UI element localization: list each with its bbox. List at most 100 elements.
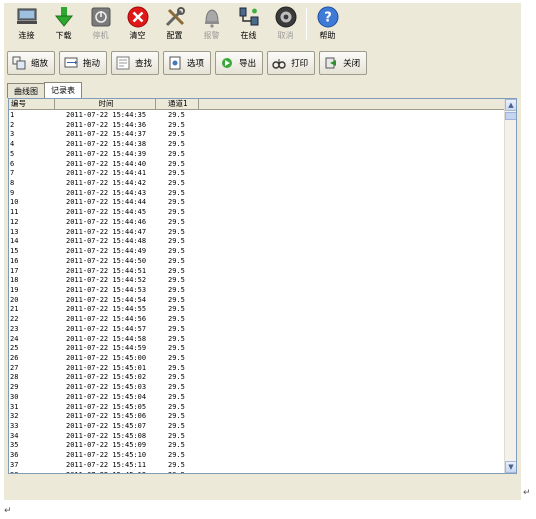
table-row[interactable]: 37 2011-07-22 15:45:11 29.5 bbox=[9, 461, 505, 471]
close-button[interactable]: 关闭 bbox=[319, 51, 368, 75]
cancel-label: 取消 bbox=[277, 31, 294, 40]
table-row[interactable]: 10 2011-07-22 15:44:44 29.5 bbox=[9, 198, 505, 208]
vertical-scrollbar[interactable]: ▲ ▼ bbox=[504, 99, 516, 473]
column-header-time[interactable]: 时间 bbox=[55, 99, 156, 110]
cell-number: 5 bbox=[10, 149, 15, 158]
table-row[interactable]: 13 2011-07-22 15:44:47 29.5 bbox=[9, 228, 505, 238]
clear-button[interactable]: 清空 bbox=[119, 3, 156, 45]
download-button[interactable]: 下载 bbox=[45, 3, 82, 45]
options-button[interactable]: 选项 bbox=[163, 51, 212, 75]
help-button[interactable]: ? 帮助 bbox=[309, 3, 346, 45]
zoom-button[interactable]: 缩放 bbox=[7, 51, 56, 75]
cell-time: 2011-07-22 15:45:06 bbox=[66, 412, 147, 421]
table-row[interactable]: 36 2011-07-22 15:45:10 29.5 bbox=[9, 451, 505, 461]
tab-record-table[interactable]: 记录表 bbox=[44, 82, 82, 98]
cell-channel-1: 29.5 bbox=[168, 237, 185, 246]
cell-number: 12 bbox=[10, 217, 19, 226]
connect-label: 连接 bbox=[18, 31, 35, 40]
table-row[interactable]: 9 2011-07-22 15:44:43 29.5 bbox=[9, 189, 505, 199]
table-row[interactable]: 24 2011-07-22 15:44:58 29.5 bbox=[9, 335, 505, 345]
table-row[interactable]: 29 2011-07-22 15:45:03 29.5 bbox=[9, 383, 505, 393]
pan-button[interactable]: 拖动 bbox=[59, 51, 108, 75]
table-row[interactable]: 11 2011-07-22 15:44:45 29.5 bbox=[9, 208, 505, 218]
table-row[interactable]: 8 2011-07-22 15:44:42 29.5 bbox=[9, 179, 505, 189]
scroll-down-icon[interactable]: ▼ bbox=[505, 461, 516, 473]
zoom-icon bbox=[12, 56, 26, 70]
cell-number: 38 bbox=[9, 471, 55, 473]
table-row[interactable]: 3 2011-07-22 15:44:37 29.5 bbox=[9, 130, 505, 140]
table-row[interactable]: 16 2011-07-22 15:44:50 29.5 bbox=[9, 257, 505, 267]
table-row[interactable]: 35 2011-07-22 15:45:09 29.5 bbox=[9, 441, 505, 451]
cell-time: 2011-07-22 15:45:10 bbox=[66, 451, 147, 460]
cell-number: 21 bbox=[10, 305, 19, 314]
table-row[interactable]: 5 2011-07-22 15:44:39 29.5 bbox=[9, 150, 505, 160]
cell-time: 2011-07-22 15:45:09 bbox=[66, 441, 147, 450]
cell-channel-1: 29.5 bbox=[168, 315, 185, 324]
alarm-label: 报警 bbox=[203, 31, 220, 40]
table-row[interactable]: 12 2011-07-22 15:44:46 29.5 bbox=[9, 218, 505, 228]
cell-channel-1: 29.5 bbox=[168, 247, 185, 256]
table-body: 1 2011-07-22 15:44:35 29.5 2 2011-07-22 15:4… bbox=[9, 111, 505, 473]
cell-channel-1: 29.5 bbox=[168, 422, 185, 430]
column-header-channel-1[interactable]: 通道1 bbox=[156, 99, 199, 110]
table-row[interactable]: 31 2011-07-22 15:45:05 29.5 bbox=[9, 403, 505, 413]
stop-button[interactable]: 停机 bbox=[82, 3, 119, 45]
zoom-label: 缩放 bbox=[31, 59, 49, 69]
cell-channel-1: 29.5 bbox=[168, 324, 185, 333]
table-row[interactable]: 6 2011-07-22 15:44:40 29.5 bbox=[9, 160, 505, 170]
table-row[interactable]: 14 2011-07-22 15:44:48 29.5 bbox=[9, 237, 505, 247]
cell-channel-1: 29.5 bbox=[168, 344, 185, 353]
cell-time: 2011-07-22 15:44:39 bbox=[66, 149, 147, 158]
cell-time: 2011-07-22 15:44:54 bbox=[66, 295, 147, 304]
cell-channel-1: 29.5 bbox=[168, 188, 185, 197]
cell-time: 2011-07-22 15:44:47 bbox=[66, 227, 147, 236]
table-row[interactable]: 1 2011-07-22 15:44:35 29.5 bbox=[9, 111, 505, 121]
connect-icon bbox=[15, 5, 39, 29]
view-tabs: 曲线图 记录表 bbox=[7, 82, 82, 98]
table-row[interactable]: 21 2011-07-22 15:44:55 29.5 bbox=[9, 305, 505, 315]
connect-button[interactable]: 连接 bbox=[8, 3, 45, 45]
cancel-button[interactable]: 取消 bbox=[267, 3, 304, 45]
table-row[interactable]: 28 2011-07-22 15:45:02 29.5 bbox=[9, 373, 505, 383]
table-row[interactable]: 7 2011-07-22 15:44:41 29.5 bbox=[9, 169, 505, 179]
table-row[interactable]: 19 2011-07-22 15:44:53 29.5 bbox=[9, 286, 505, 296]
table-row[interactable]: 32 2011-07-22 15:45:06 29.5 bbox=[9, 412, 505, 422]
table-row[interactable]: 382011-07-22 15:45:1229.5 bbox=[9, 471, 505, 473]
table-row[interactable]: 26 2011-07-22 15:45:00 29.5 bbox=[9, 354, 505, 364]
cell-channel-1: 29.5 bbox=[168, 179, 185, 188]
scroll-thumb[interactable] bbox=[505, 112, 516, 120]
main-toolbar: 连接 下载 停机 清空 配置 报警 在线 取消 ? 帮助 bbox=[4, 3, 521, 45]
print-button[interactable]: 打印 bbox=[267, 51, 316, 75]
print-label: 打印 bbox=[291, 59, 309, 69]
table-row[interactable]: 33 2011-07-22 15:45:07 29.5 bbox=[9, 422, 505, 432]
tab-chart[interactable]: 曲线图 bbox=[7, 83, 45, 98]
export-button[interactable]: 导出 bbox=[215, 51, 264, 75]
cell-channel-1: 29.5 bbox=[168, 227, 185, 236]
table-row[interactable]: 25 2011-07-22 15:44:59 29.5 bbox=[9, 344, 505, 354]
table-row[interactable]: 15 2011-07-22 15:44:49 29.5 bbox=[9, 247, 505, 257]
cell-number: 35 bbox=[10, 441, 19, 450]
table-row[interactable]: 34 2011-07-22 15:45:08 29.5 bbox=[9, 432, 505, 442]
table-row[interactable]: 17 2011-07-22 15:44:51 29.5 bbox=[9, 267, 505, 277]
table-row[interactable]: 30 2011-07-22 15:45:04 29.5 bbox=[9, 393, 505, 403]
table-row[interactable]: 22 2011-07-22 15:44:56 29.5 bbox=[9, 315, 505, 325]
table-row[interactable]: 20 2011-07-22 15:44:54 29.5 bbox=[9, 296, 505, 306]
find-label: 查找 bbox=[135, 59, 153, 69]
find-button[interactable]: 查找 bbox=[111, 51, 160, 75]
record-table: 编号 时间 通道1 1 2011-07-22 15:44:35 29.5 2 2011-… bbox=[8, 98, 517, 474]
table-row[interactable]: 4 2011-07-22 15:44:38 29.5 bbox=[9, 140, 505, 150]
cell-channel-1: 29.5 bbox=[168, 305, 185, 314]
cell-time: 2011-07-22 15:44:35 bbox=[66, 111, 147, 119]
scroll-up-icon[interactable]: ▲ bbox=[505, 99, 516, 111]
online-button[interactable]: 在线 bbox=[230, 3, 267, 45]
config-button[interactable]: 配置 bbox=[156, 3, 193, 45]
clear-icon bbox=[126, 5, 150, 29]
column-header-number[interactable]: 编号 bbox=[9, 99, 55, 110]
table-row[interactable]: 2 2011-07-22 15:44:36 29.5 bbox=[9, 121, 505, 131]
table-row[interactable]: 18 2011-07-22 15:44:52 29.5 bbox=[9, 276, 505, 286]
alarm-button[interactable]: 报警 bbox=[193, 3, 230, 45]
table-row[interactable]: 23 2011-07-22 15:44:57 29.5 bbox=[9, 325, 505, 335]
cell-time: 2011-07-22 15:44:50 bbox=[66, 256, 147, 265]
cell-time: 2011-07-22 15:44:37 bbox=[66, 130, 147, 139]
table-row[interactable]: 27 2011-07-22 15:45:01 29.5 bbox=[9, 364, 505, 374]
